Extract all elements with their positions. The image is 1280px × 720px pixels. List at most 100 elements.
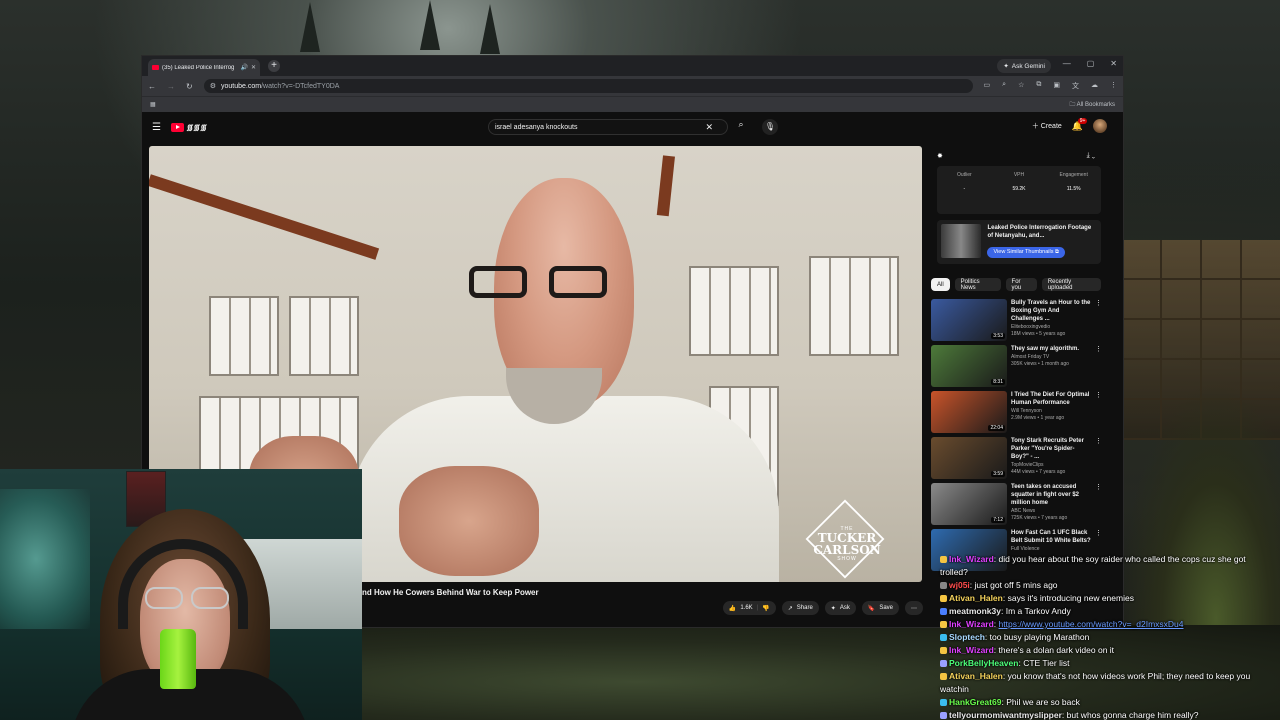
related-channel[interactable]: TopMovieClips	[1011, 462, 1091, 469]
forward-icon[interactable]: →	[167, 82, 175, 91]
chat-text: says it's introducing new enemies	[1007, 593, 1134, 603]
stat-label: VPH	[1013, 172, 1025, 178]
related-video-item[interactable]: 22:04 I Tried The Diet For Optimal Human …	[931, 391, 1102, 437]
chip-all[interactable]: All	[931, 278, 950, 291]
minimize-icon[interactable]: —	[1063, 59, 1071, 68]
related-channel[interactable]: Will Tennyson	[1011, 408, 1091, 415]
video-actions: 👍 1.6K | 👎 ↗ Share ✦ Ask 🔖 Save ⋯	[722, 601, 923, 615]
related-video-item[interactable]: 3:59 Tony Stark Recruits Peter Parker "Yo…	[931, 437, 1102, 483]
profile-icon[interactable]: ☁	[1091, 81, 1098, 91]
view-similar-thumbnails-button[interactable]: View Similar Thumbnails ⧉	[987, 247, 1065, 258]
stat-value: -	[963, 186, 966, 192]
speaker-icon[interactable]: 🔊	[240, 64, 247, 71]
cast-icon[interactable]: ▣	[1053, 81, 1060, 91]
related-title[interactable]: Tony Stark Recruits Peter Parker "You're…	[1011, 437, 1091, 461]
related-thumbnail[interactable]: 3:59	[931, 437, 1007, 479]
new-tab-button[interactable]: +	[268, 60, 280, 72]
thumbs-down-icon[interactable]: 👎	[762, 605, 769, 612]
header-actions: ＋ Create 🔔 9+	[1032, 117, 1107, 133]
chat-username[interactable]: Ink_Wizard	[949, 619, 994, 629]
related-video-item[interactable]: 7:12 Teen takes on accused squatter in fi…	[931, 483, 1102, 529]
extensions-icon[interactable]: ⧉	[1036, 81, 1041, 91]
save-button[interactable]: 🔖 Save	[861, 601, 899, 615]
voice-search-icon[interactable]: 🎙	[762, 119, 778, 135]
stat-label: Engagement	[1059, 172, 1088, 178]
related-title[interactable]: They saw my algorithm.	[1011, 345, 1091, 353]
related-title[interactable]: Teen takes on accused squatter in fight …	[1011, 483, 1091, 507]
related-title[interactable]: I Tried The Diet For Optimal Human Perfo…	[1011, 391, 1091, 407]
maximize-icon[interactable]: ▢	[1087, 59, 1095, 68]
related-thumbnail[interactable]: 8:31	[931, 345, 1007, 387]
create-button[interactable]: ＋ Create	[1032, 121, 1062, 131]
related-channel[interactable]: Elitebooxingvedio	[1011, 324, 1091, 331]
ask-button[interactable]: ✦ Ask	[824, 601, 856, 615]
related-video-item[interactable]: 8:31 They saw my algorithm. Almost Friday …	[931, 345, 1102, 391]
chat-username[interactable]: PorkBellyHeaven	[949, 658, 1018, 668]
related-thumbnail[interactable]: 7:12	[931, 483, 1007, 525]
related-channel[interactable]: Almost Friday TV	[1011, 354, 1091, 361]
card-thumbnail	[941, 224, 982, 258]
browser-tab[interactable]: (35) Leaked Police Interrog 🔊 ✕	[148, 59, 260, 76]
clear-search-icon[interactable]: ✕	[705, 122, 713, 133]
share-button[interactable]: ↗ Share	[781, 601, 819, 615]
apps-grid-icon[interactable]: ▦	[150, 101, 156, 108]
more-vert-icon[interactable]: ⋮	[1095, 437, 1102, 483]
account-avatar[interactable]	[1093, 119, 1107, 133]
kebab-menu-icon[interactable]: ⋮	[1110, 81, 1117, 91]
search-input[interactable]: israel adesanya knockouts ✕	[488, 119, 728, 135]
chat-message: Ativan_Halen: you know that's not how vi…	[940, 671, 1251, 694]
window-pane	[809, 256, 899, 356]
site-info-icon[interactable]: ⚙	[210, 82, 216, 90]
more-actions-button[interactable]: ⋯	[905, 601, 923, 615]
filter-chips: All Politics News For you Recently uploa…	[931, 278, 1101, 291]
extension-controls[interactable]: ⤓ ⌄	[1087, 152, 1095, 160]
more-vert-icon[interactable]: ⋮	[1095, 483, 1102, 529]
related-video-item[interactable]: 3:53 Bully Travels an Hour to the Boxing …	[931, 299, 1102, 345]
more-vert-icon[interactable]: ⋮	[1095, 391, 1102, 437]
related-title[interactable]: Bully Travels an Hour to the Boxing Gym …	[1011, 299, 1091, 323]
bookmark-icon: 🔖	[867, 605, 876, 612]
chat-username[interactable]: Ink_Wizard	[949, 645, 994, 655]
youtube-logo[interactable]: ᯾᯾᯾	[170, 122, 206, 133]
stream-chat: Ink_Wizard: did you hear about the soy r…	[940, 553, 1275, 720]
chat-username[interactable]: Sloptech	[949, 632, 985, 642]
tab-strip: (35) Leaked Police Interrog 🔊 ✕ + ✦ Ask …	[142, 56, 1123, 76]
translate-icon[interactable]: 文	[1072, 81, 1079, 91]
chat-username[interactable]: wj05i	[949, 580, 970, 590]
chip-for-you[interactable]: For you	[1005, 278, 1037, 291]
window-pane	[689, 266, 779, 356]
related-thumbnail[interactable]: 3:53	[931, 299, 1007, 341]
stat-vph: VPH 59.2K	[992, 172, 1047, 214]
close-tab-icon[interactable]: ✕	[251, 64, 256, 71]
back-icon[interactable]: ←	[148, 82, 156, 91]
ask-gemini-button[interactable]: ✦ Ask Gemini	[997, 59, 1051, 73]
search-button[interactable]: ⌕	[732, 119, 750, 135]
chat-username[interactable]: Ink_Wizard	[949, 554, 994, 564]
reload-icon[interactable]: ↻	[186, 82, 193, 91]
zoom-icon[interactable]: ⌕	[1002, 81, 1006, 91]
notifications-bell-icon[interactable]: 🔔 9+	[1072, 117, 1088, 132]
install-icon[interactable]: ▭	[984, 81, 991, 91]
hamburger-menu-icon[interactable]: ☰	[152, 122, 161, 133]
related-channel[interactable]: Full Violence	[1011, 546, 1091, 553]
like-button[interactable]: 👍 1.6K | 👎	[722, 601, 776, 615]
chat-username[interactable]: meatmonk3y	[949, 606, 1001, 616]
chat-username[interactable]: Ativan_Halen	[949, 671, 1003, 681]
chat-username[interactable]: HankGreat69	[949, 697, 1001, 707]
stat-value: 59.2K	[1012, 186, 1026, 192]
extension-stats: Outlier - VPH 59.2K Engagement 11.5%	[937, 166, 1101, 214]
chat-username[interactable]: Ativan_Halen	[949, 593, 1003, 603]
close-window-icon[interactable]: ✕	[1110, 59, 1117, 68]
address-bar[interactable]: ⚙ youtube.com/watch?v=-DTcfedTY0DA	[203, 79, 973, 93]
related-title[interactable]: How Fast Can 1 UFC Black Belt Submit 10 …	[1011, 529, 1091, 545]
chip-politics-news[interactable]: Politics News	[954, 278, 1001, 291]
chat-link[interactable]: https://www.youtube.com/watch?v=_d2Imxsx…	[999, 619, 1184, 629]
more-vert-icon[interactable]: ⋮	[1095, 345, 1102, 391]
bookmark-star-icon[interactable]: ☆	[1018, 81, 1024, 91]
more-vert-icon[interactable]: ⋮	[1095, 299, 1102, 345]
related-channel[interactable]: ABC News	[1011, 508, 1091, 515]
all-bookmarks-button[interactable]: 🗀 All Bookmarks	[1069, 100, 1115, 110]
chat-username[interactable]: tellyourmomiwantmyslipper	[949, 710, 1062, 720]
chip-recently-uploaded[interactable]: Recently uploaded	[1041, 278, 1101, 291]
related-thumbnail[interactable]: 22:04	[931, 391, 1007, 433]
